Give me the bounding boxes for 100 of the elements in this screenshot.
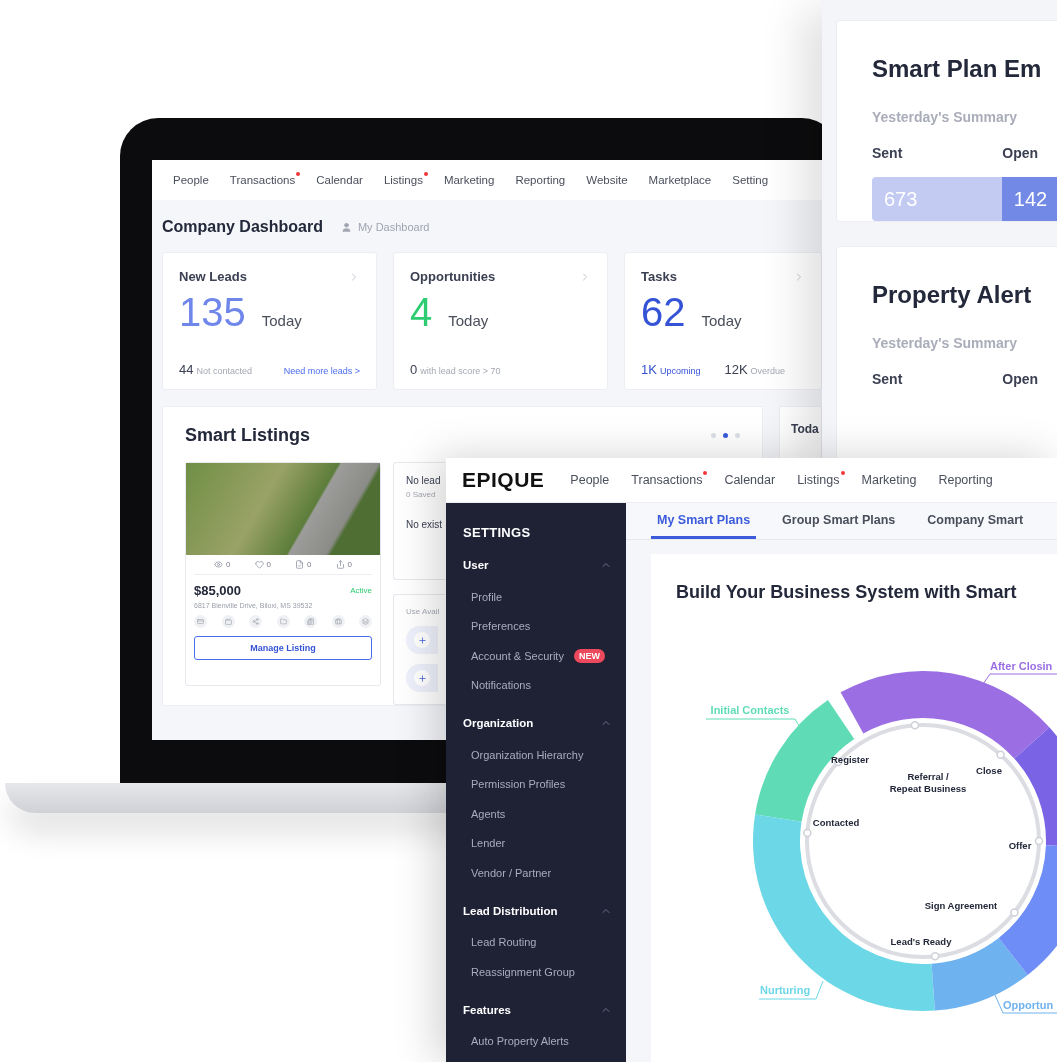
nav-item[interactable]: People	[173, 174, 209, 186]
stat-count: 0	[347, 560, 352, 569]
footer-count: 12K	[724, 362, 748, 377]
section-heading: Build Your Business System with Smart	[676, 582, 1018, 603]
card-icon	[197, 618, 204, 625]
nav-item[interactable]: People	[570, 473, 610, 487]
add-option[interactable]	[406, 626, 438, 654]
card-text: 0 Saved	[406, 490, 436, 499]
tab[interactable]: My Smart Plans	[651, 503, 757, 539]
stat-value: 135	[179, 292, 246, 332]
card-title: New Leads	[179, 269, 247, 284]
sidebar-title: SETTINGS	[463, 525, 532, 540]
stat-count: 0	[226, 560, 231, 569]
phase-label: Initial Contacts	[710, 704, 790, 716]
card-title: Opportunities	[410, 269, 496, 284]
sidebar-item[interactable]: Agents	[471, 807, 506, 820]
stat-count: 0	[307, 560, 312, 569]
step-label: Referral / Repeat Business	[889, 771, 967, 794]
action-button[interactable]	[304, 615, 317, 628]
nav-item[interactable]: Marketplace	[648, 174, 712, 186]
nav-item[interactable]: Website	[586, 174, 628, 186]
sidebar-item[interactable]: Vendor / Partner	[471, 866, 552, 879]
new-badge: NEW	[573, 648, 605, 663]
action-button[interactable]	[331, 615, 345, 628]
action-button[interactable]	[221, 615, 235, 628]
footer-count: 0	[410, 362, 418, 377]
sidebar-item[interactable]: Notifications	[471, 679, 531, 692]
leader-line	[994, 994, 1057, 1014]
nav-item[interactable]: Listings	[383, 174, 423, 186]
more-leads-link[interactable]: Need more leads >	[283, 366, 360, 376]
column-label: Open	[1002, 145, 1040, 161]
tab[interactable]: Company Smart	[921, 503, 1030, 539]
leader-line	[758, 980, 824, 1000]
column-label: Open	[1002, 371, 1040, 387]
phase-label: Nurturing	[760, 984, 811, 996]
newspaper-icon	[307, 618, 314, 625]
nav-item[interactable]: Calendar	[724, 473, 776, 487]
heart-icon	[254, 560, 264, 569]
plus-icon	[417, 673, 427, 683]
sidebar-item[interactable]: Lead Routing	[471, 936, 537, 949]
sidebar-item[interactable]: Account & Security	[471, 649, 564, 662]
card-text: No exist	[406, 519, 443, 530]
sidebar-item[interactable]: Lender	[471, 837, 506, 850]
step-label: Sign Agreement	[924, 900, 998, 911]
action-button[interactable]	[276, 615, 290, 628]
pager-dot[interactable]	[735, 433, 740, 438]
step-label: Offer	[1008, 840, 1032, 851]
manage-listing-button[interactable]: Manage Listing	[194, 636, 372, 660]
footer-label: with lead score > 70	[420, 366, 501, 376]
phase-label: After Closin	[990, 660, 1053, 672]
footer-count: 44	[179, 362, 194, 377]
listing-status: Active	[350, 586, 372, 595]
nav-item[interactable]: Marketing	[861, 473, 917, 487]
nav-item[interactable]: Setting	[732, 174, 769, 186]
card-text: No lead	[406, 475, 441, 486]
sidebar-item[interactable]: Reassignment Group	[471, 965, 575, 978]
suggestion-label: Use Avail	[406, 607, 440, 616]
person-icon	[340, 221, 352, 233]
stat-value: 62	[641, 292, 686, 332]
stat-period: Today	[448, 312, 489, 329]
sidebar-group[interactable]: Features	[463, 1003, 511, 1016]
add-option[interactable]	[406, 664, 438, 692]
nav-item[interactable]: Listings	[797, 473, 840, 487]
page-title: Company Dashboard	[162, 218, 323, 236]
action-button[interactable]	[249, 615, 262, 628]
action-button[interactable]	[359, 615, 372, 628]
footer-count: 1K	[641, 362, 657, 377]
nav-item[interactable]: Calendar	[316, 174, 363, 186]
card-title: Smart Plan Em	[872, 55, 1043, 83]
nav-item[interactable]: Reporting	[938, 473, 993, 487]
sidebar-group[interactable]: Lead Distribution	[463, 904, 558, 917]
nav-item[interactable]: Transactions	[631, 473, 703, 487]
briefcase-icon	[334, 618, 342, 625]
stat-period: Today	[701, 312, 742, 329]
sidebar-item[interactable]: Preferences	[471, 620, 531, 633]
share-icon	[335, 560, 345, 569]
sidebar-item[interactable]: Profile	[471, 590, 503, 603]
step-label: Lead's Ready	[890, 936, 952, 947]
sidebar-group[interactable]: Organization	[463, 717, 534, 729]
step-label: Contacted	[812, 817, 860, 828]
card-subtitle: Yesterday's Summary	[872, 109, 1018, 125]
share-icon	[252, 618, 259, 625]
nav-item[interactable]: Transactions	[229, 174, 296, 186]
pager-dot[interactable]	[723, 433, 728, 438]
stat-period: Today	[261, 312, 302, 329]
sidebar-item[interactable]: Organization Hierarchy	[471, 748, 584, 761]
nav-item[interactable]: Marketing	[443, 174, 495, 186]
folder-icon	[279, 618, 287, 625]
sidebar-item[interactable]: Auto Property Alerts	[471, 1035, 569, 1048]
sidebar-group[interactable]: User	[463, 559, 489, 571]
card-title: Property Alert	[872, 281, 1033, 309]
screen-icon	[224, 618, 232, 625]
pager-dot[interactable]	[711, 433, 716, 438]
action-button[interactable]	[194, 615, 207, 628]
plus-icon	[417, 635, 427, 645]
column-label: Sent	[872, 371, 904, 387]
sidebar-item[interactable]: Permission Profiles	[471, 778, 566, 791]
nav-item[interactable]: Reporting	[515, 174, 566, 186]
bar-segment: 673	[872, 177, 1002, 221]
tab[interactable]: Group Smart Plans	[776, 503, 902, 539]
